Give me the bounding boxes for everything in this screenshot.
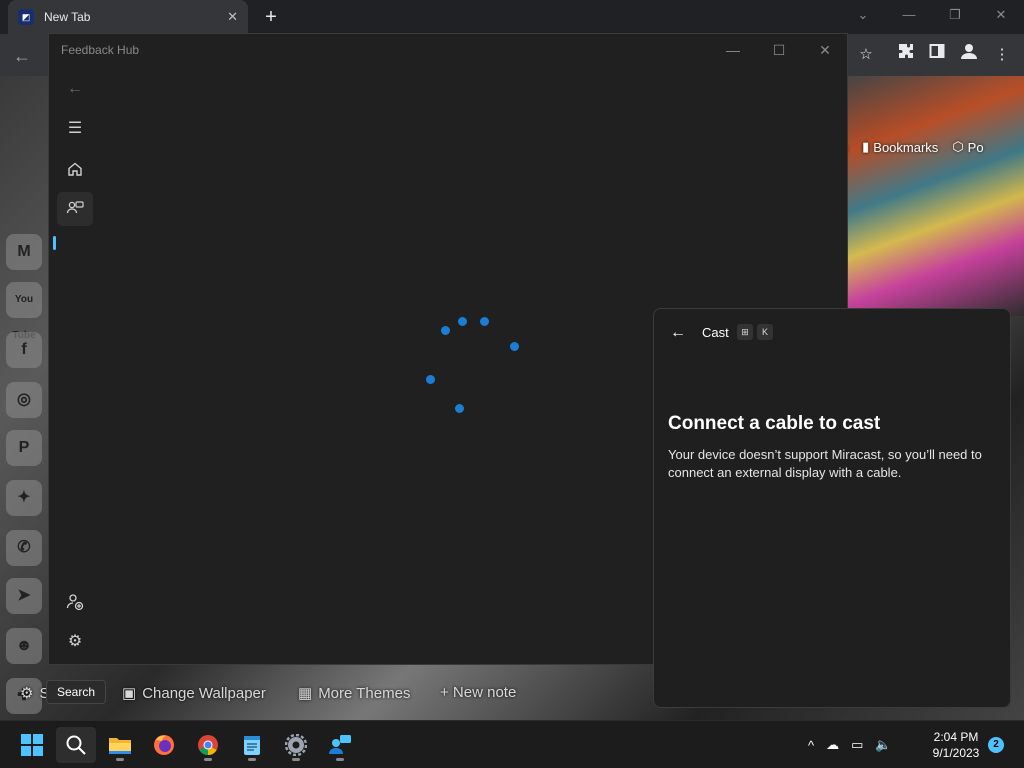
spinner-dot [426,375,435,384]
running-indicator [204,758,212,761]
browser-restore-button[interactable]: ❐ [932,0,978,34]
start-button[interactable] [12,727,52,763]
clock-time: 2:04 PM [933,730,979,744]
taskbar-search-button[interactable] [56,727,96,763]
puzzle-icon[interactable] [893,42,919,68]
home-icon [68,162,82,176]
nav-selection-indicator [53,236,56,250]
reddit-icon[interactable]: ☻ [6,628,42,664]
youtube-icon[interactable]: You Tube [6,282,42,341]
game-wallpaper-art [848,76,1024,316]
taskbar-feedback-hub[interactable] [320,727,360,763]
spinner-dot [480,317,489,326]
window-title: Feedback Hub [61,43,140,57]
spinner-dot [441,326,450,335]
new-tab-button[interactable]: + [258,4,284,30]
bookmark-item-po[interactable]: ⬡ Po [952,139,983,155]
hamburger-menu-button[interactable]: ☰ [57,112,93,146]
telegram-icon[interactable]: ➤ [6,578,42,614]
spinner-dot [455,404,464,413]
spinner-dot [458,317,467,326]
taskbar-settings[interactable] [276,727,316,763]
tab-title: New Tab [44,10,91,24]
settings-icon [285,734,307,756]
running-indicator [292,758,300,761]
nav-account[interactable] [57,585,93,619]
gear-icon: ⚙ [20,685,34,702]
taskbar-notepad[interactable] [232,727,272,763]
star-icon[interactable]: ☆ [853,42,879,68]
profile-icon[interactable] [956,42,982,68]
bookmarks-bar: ts ▮ Bookmarks ⬡ Po [838,137,984,157]
cast-message: Your device doesn’t support Miracast, so… [668,447,982,480]
cast-heading: Connect a cable to cast [668,413,881,434]
running-indicator [248,758,256,761]
bookmark-item-bookmarks[interactable]: ▮ Bookmarks [862,139,938,155]
browser-close-button[interactable]: ✕ [978,0,1024,34]
maximize-button[interactable]: ☐ [763,38,795,62]
instagram-icon[interactable]: ◎ [6,382,42,418]
close-button[interactable]: ✕ [809,38,841,62]
facebook-icon[interactable]: f [6,332,42,368]
nav-settings[interactable]: ⚙ [57,625,93,659]
chrome-icon [198,735,218,756]
running-indicator [116,758,124,761]
more-icon[interactable]: ⋮ [989,42,1015,68]
clock-date: 9/1/2023 [932,746,980,760]
shortcut-dock: M You Tube f ◎ P ✦ ✆ ➤ ☻ ✚ [0,226,48,726]
tab-favicon-icon: ◩ [18,9,34,25]
cube-icon: ⬡ [952,139,964,154]
shortcut-key: K [757,324,773,340]
tab-search-chevron-icon[interactable]: ⌄ [840,0,886,34]
volume-icon[interactable]: 🔈 [875,737,891,753]
taskbar-file-explorer[interactable] [100,727,140,763]
file-explorer-icon [109,738,131,754]
taskbar-chrome[interactable] [188,727,228,763]
browser-minimize-button[interactable]: — [886,0,932,34]
cast-back-button[interactable]: ← [666,321,690,345]
gmail-icon[interactable]: M [6,234,42,270]
new-note-link[interactable]: + New note [440,684,516,701]
feedback-icon [66,201,84,213]
search-icon [66,735,86,755]
more-themes-link[interactable]: ▦ More Themes [298,684,410,703]
browser-back-button[interactable]: ← [8,42,36,70]
image-icon: ▣ [122,685,137,702]
spinner-dot [510,342,519,351]
gear-icon: ⚙ [67,633,83,650]
windows-start-icon [21,734,43,756]
bookmark-icon: ▮ [862,139,870,154]
feedback-hub-titlebar[interactable]: Feedback Hub — ☐ ✕ [49,34,847,66]
grid-icon: ▦ [298,685,313,702]
minimize-button[interactable]: — [717,38,749,62]
cast-title: Cast [702,325,729,340]
firefox-icon [154,735,174,755]
notification-badge[interactable]: 2 [988,737,1004,753]
notepad-icon [244,736,260,755]
network-icon[interactable]: ▭ [851,737,863,753]
running-indicator [336,758,344,761]
pinterest-icon[interactable]: P [6,430,42,466]
nav-feedback[interactable] [57,192,93,226]
tab-strip: ◩ New Tab ✕ + ⌄ — ❐ ✕ [0,0,1024,34]
taskbar: ^ ☁ ▭ 🔈 2:04 PM 9/1/2023 2 [0,720,1024,768]
system-tray: ^ ☁ ▭ 🔈 [808,727,892,763]
windows-key-icon: ⊞ [737,324,753,340]
twitter-icon[interactable]: ✦ [6,480,42,516]
tray-overflow-chevron-icon[interactable]: ^ [808,738,814,753]
whatsapp-icon[interactable]: ✆ [6,530,42,566]
change-wallpaper-link[interactable]: ▣ Change Wallpaper [122,684,266,703]
taskbar-clock[interactable]: 2:04 PM 9/1/2023 [926,729,986,761]
sidebar-icon[interactable] [924,42,950,68]
search-tooltip: Search [46,680,107,704]
tab-new-tab[interactable]: ◩ New Tab ✕ [8,0,248,34]
feedback-hub-icon [329,735,351,754]
person-add-icon [66,594,84,610]
tab-close-icon[interactable]: ✕ [227,9,238,25]
nav-home[interactable] [57,152,93,186]
cast-flyout: ← Cast ⊞ K Connect a cable to cast Your … [653,308,1011,708]
nav-back-button[interactable]: ← [57,72,93,106]
onedrive-icon[interactable]: ☁ [826,737,839,753]
taskbar-firefox[interactable] [144,727,184,763]
